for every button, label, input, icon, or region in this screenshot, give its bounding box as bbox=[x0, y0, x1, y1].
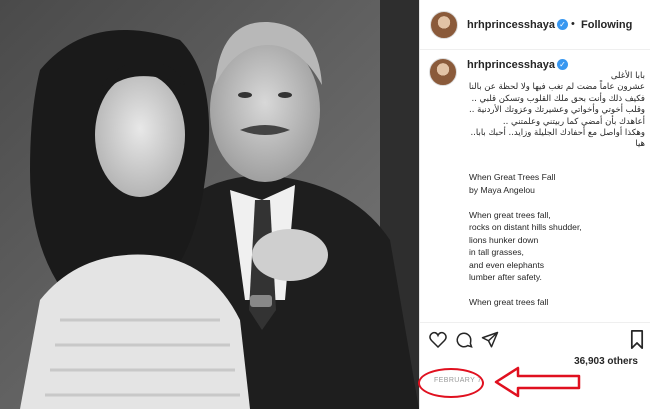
poem-line: When Great Trees Fall bbox=[469, 172, 556, 182]
likes-count[interactable]: 36,903 others bbox=[574, 356, 638, 367]
separator-dot: • bbox=[571, 18, 575, 30]
arabic-line: وهكذا أواصل مع أحفادك الجليلة وزايد.. أح… bbox=[470, 128, 645, 139]
poem-line bbox=[469, 196, 645, 209]
poem-line: in tall grasses, bbox=[469, 247, 524, 257]
arabic-line: عشرون عاماً مضت لم تغب فيها ولا لحظة عن … bbox=[468, 82, 645, 93]
poem-line: lions hunker down bbox=[469, 234, 539, 245]
caption-username[interactable]: hrhprincesshaya bbox=[467, 59, 555, 71]
caption-avatar[interactable] bbox=[429, 58, 457, 86]
arabic-line: هيا bbox=[635, 139, 645, 150]
arabic-line: فكيف ذلك وأنت بحق ملك القلوب وتسكن قلبي … bbox=[471, 93, 645, 104]
arabic-line: أعاهدك بأن أمضي كما ربيتني وعلمتني .. bbox=[502, 116, 645, 127]
avatar[interactable] bbox=[430, 11, 458, 39]
author-username[interactable]: hrhprincesshaya bbox=[467, 19, 555, 31]
poem-line: When great trees fall, bbox=[469, 209, 551, 220]
comment-icon[interactable] bbox=[455, 331, 473, 349]
poem-line: and even elephants bbox=[469, 259, 545, 270]
caption-poem: When Great Trees Fall by Maya Angelou Wh… bbox=[469, 171, 645, 309]
bookmark-icon[interactable] bbox=[630, 330, 644, 349]
arabic-line: بابا الأغلى bbox=[610, 71, 645, 81]
following-button[interactable]: Following bbox=[581, 19, 632, 31]
caption-verified-icon: ✓ bbox=[557, 59, 568, 70]
arabic-line: وقلب أخوتي وأخواتي وعشيرتك وعزوتك الأردن… bbox=[469, 105, 645, 116]
share-icon[interactable] bbox=[481, 331, 499, 349]
post-photo[interactable] bbox=[0, 0, 419, 409]
poem-line: rocks on distant hills shudder, bbox=[469, 222, 582, 232]
poem-line: When great trees fall bbox=[469, 297, 549, 307]
caption-arabic-text: بابا الأغلى عشرون عاماً مضت لم تغب فيها … bbox=[469, 71, 645, 151]
annotation-arrow-icon bbox=[494, 366, 581, 398]
poem-line: by Maya Angelou bbox=[469, 184, 535, 195]
caption: hrhprincesshaya ✓ بابا الأغلى عشرون عاما… bbox=[429, 58, 645, 318]
poem-line bbox=[469, 284, 645, 297]
photo-image bbox=[0, 0, 419, 409]
verified-badge-icon: ✓ bbox=[557, 19, 568, 30]
post-header: hrhprincesshaya ✓ • Following bbox=[420, 0, 650, 50]
poem-line: lumber after safety. bbox=[469, 272, 542, 282]
post-detail-panel: hrhprincesshaya ✓ • Following hrhprinces… bbox=[419, 0, 650, 409]
highlight-ellipse bbox=[418, 368, 484, 398]
action-bar bbox=[420, 322, 650, 356]
heart-icon[interactable] bbox=[429, 331, 447, 348]
